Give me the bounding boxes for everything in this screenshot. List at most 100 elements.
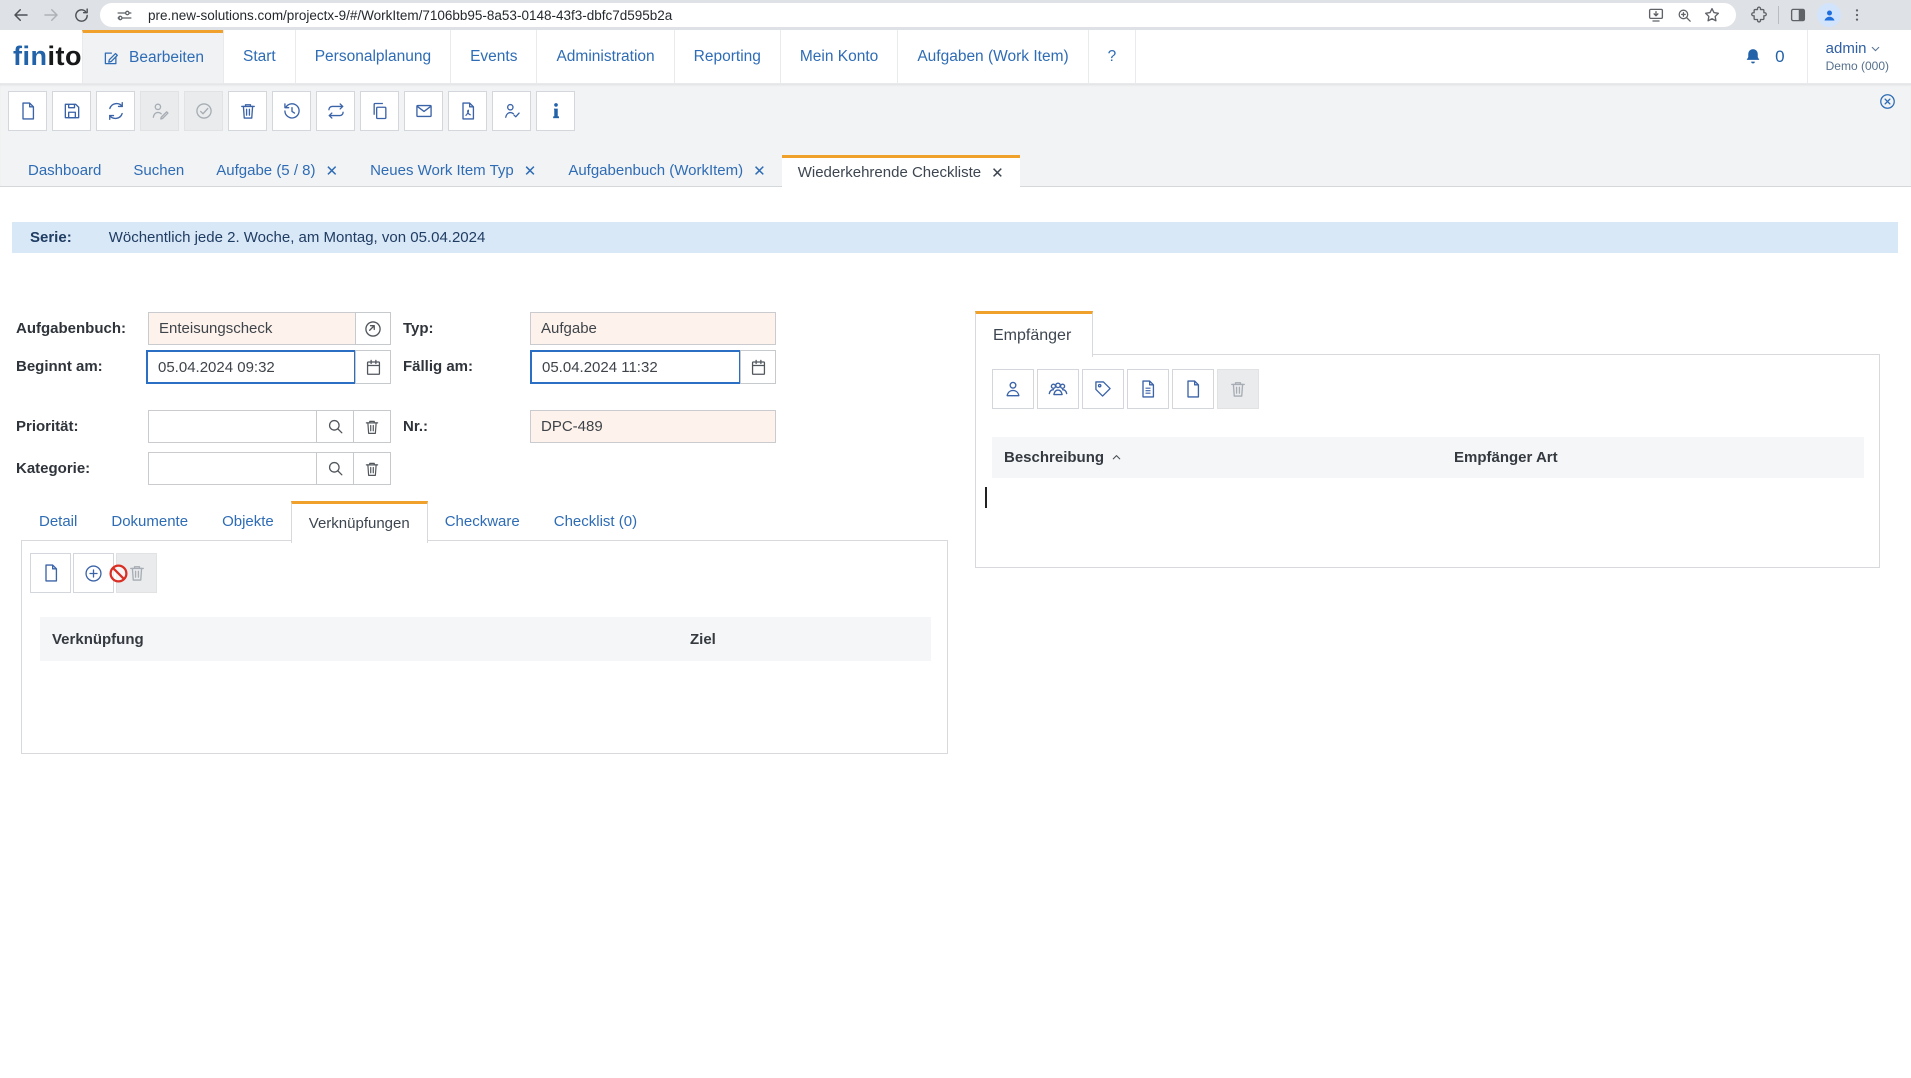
trash-icon — [363, 418, 381, 436]
add-document-list-button[interactable] — [1127, 369, 1169, 409]
nav-item-events[interactable]: Events — [450, 30, 536, 83]
nav-item-aufgaben-workitem[interactable]: Aufgaben (Work Item) — [897, 30, 1087, 83]
close-all-tabs-icon[interactable] — [1878, 92, 1897, 111]
nav-item-help[interactable]: ? — [1088, 30, 1137, 83]
recurrence-button[interactable] — [316, 91, 355, 131]
add-person-button[interactable] — [992, 369, 1034, 409]
column-header-ziel[interactable]: Ziel — [690, 631, 716, 648]
kategorie-clear-button[interactable] — [353, 452, 391, 485]
logo-part2: ito — [48, 41, 83, 72]
browser-back-icon[interactable] — [6, 2, 36, 28]
new-item-button[interactable] — [8, 91, 47, 131]
info-button[interactable] — [536, 91, 575, 131]
extensions-icon[interactable] — [1744, 6, 1774, 24]
tab-neues-work-item-typ[interactable]: Neues Work Item Typ✕ — [354, 155, 552, 186]
tab-label: Aufgabe (5 / 8) — [216, 162, 315, 179]
tab-empfaenger[interactable]: Empfänger — [975, 311, 1093, 357]
column-header-beschreibung[interactable]: Beschreibung — [992, 449, 1454, 466]
tab-close-icon[interactable]: ✕ — [991, 164, 1004, 182]
column-header-verknuepfung[interactable]: Verknüpfung — [40, 631, 690, 648]
main-nav: Bearbeiten Start Personalplanung Events … — [82, 30, 1136, 83]
tab-label: Checklist (0) — [554, 513, 637, 530]
prioritaet-input[interactable] — [148, 410, 317, 443]
column-header-empfaenger-art[interactable]: Empfänger Art — [1454, 449, 1558, 466]
tab-checklist[interactable]: Checklist (0) — [537, 501, 654, 541]
user-menu[interactable]: admin Demo (000) — [1808, 40, 1911, 73]
logo-part1: fin — [13, 41, 48, 72]
refresh-button[interactable] — [96, 91, 135, 131]
browser-refresh-icon[interactable] — [66, 2, 96, 28]
serie-label: Serie: — [30, 229, 72, 246]
url-bar[interactable]: pre.new-solutions.com/projectx-9/#/WorkI… — [100, 3, 1736, 27]
browser-profile-avatar[interactable] — [1817, 3, 1841, 27]
tab-close-icon[interactable]: ✕ — [326, 162, 339, 180]
kategorie-label: Kategorie: — [16, 452, 90, 485]
sidepanel-icon[interactable] — [1783, 6, 1813, 24]
beginnt-am-calendar-button[interactable] — [355, 350, 391, 384]
nav-item-mein-konto[interactable]: Mein Konto — [780, 30, 897, 83]
zoom-icon[interactable] — [1670, 7, 1698, 24]
add-group-button[interactable] — [1037, 369, 1079, 409]
delete-button[interactable] — [228, 91, 267, 131]
add-document-button[interactable] — [1172, 369, 1214, 409]
tab-verknuepfungen[interactable]: Verknüpfungen — [291, 501, 428, 543]
sort-ascending-icon — [1110, 451, 1123, 464]
pdf-export-button[interactable] — [448, 91, 487, 131]
detail-tabbar: Detail Dokumente Objekte Verknüpfungen C… — [22, 501, 654, 541]
nav-item-label: Personalplanung — [315, 48, 431, 66]
person-icon — [1003, 379, 1023, 399]
app-logo[interactable]: finito — [0, 30, 82, 83]
faellig-am-calendar-button[interactable] — [740, 350, 776, 384]
tag-icon — [1093, 379, 1113, 399]
prioritaet-clear-button[interactable] — [353, 410, 391, 443]
tab-close-icon[interactable]: ✕ — [524, 162, 537, 180]
kategorie-search-button[interactable] — [316, 452, 354, 485]
nav-item-bearbeiten[interactable]: Bearbeiten — [82, 30, 223, 83]
email-button[interactable] — [404, 91, 443, 131]
nav-item-reporting[interactable]: Reporting — [674, 30, 780, 83]
file-icon — [1183, 379, 1203, 399]
faellig-am-input[interactable] — [530, 350, 741, 384]
save-button[interactable] — [52, 91, 91, 131]
url-text[interactable]: pre.new-solutions.com/projectx-9/#/WorkI… — [148, 8, 1642, 23]
verknuepfung-new-button[interactable] — [30, 553, 71, 593]
typ-field: Aufgabe — [530, 312, 776, 345]
column-label: Beschreibung — [1004, 449, 1104, 466]
tab-aufgabe[interactable]: Aufgabe (5 / 8) ✕ — [200, 155, 354, 186]
nav-item-label: Aufgaben (Work Item) — [917, 48, 1068, 66]
typ-label: Typ: — [403, 312, 434, 345]
tab-close-icon[interactable]: ✕ — [753, 162, 766, 180]
install-app-icon[interactable] — [1642, 6, 1670, 24]
kategorie-input[interactable] — [148, 452, 317, 485]
serie-banner: Serie: Wöchentlich jede 2. Woche, am Mon… — [12, 222, 1898, 253]
prioritaet-search-button[interactable] — [316, 410, 354, 443]
tab-checkware[interactable]: Checkware — [428, 501, 537, 541]
approve-user-button[interactable] — [492, 91, 531, 131]
tab-label: Wiederkehrende Checkliste — [798, 164, 981, 181]
bell-icon — [1743, 47, 1763, 67]
goto-arrow-icon — [363, 319, 383, 339]
bookmark-star-icon[interactable] — [1698, 6, 1726, 24]
tab-aufgabenbuch-workitem[interactable]: Aufgabenbuch (WorkItem)✕ — [552, 155, 781, 186]
tab-wiederkehrende-checkliste[interactable]: Wiederkehrende Checkliste ✕ — [782, 155, 1020, 187]
tab-dokumente[interactable]: Dokumente — [94, 501, 205, 541]
add-tag-button[interactable] — [1082, 369, 1124, 409]
notifications[interactable]: 0 — [1743, 47, 1806, 67]
copy-button[interactable] — [360, 91, 399, 131]
browser-menu-icon[interactable] — [1845, 7, 1869, 23]
history-button[interactable] — [272, 91, 311, 131]
tab-objekte[interactable]: Objekte — [205, 501, 291, 541]
nav-item-administration[interactable]: Administration — [536, 30, 673, 83]
tab-suchen[interactable]: Suchen — [117, 155, 200, 186]
site-controls-icon[interactable] — [110, 7, 138, 24]
nav-item-start[interactable]: Start — [223, 30, 295, 83]
aufgabenbuch-goto-button[interactable] — [355, 312, 391, 345]
nav-item-personalplanung[interactable]: Personalplanung — [295, 30, 450, 83]
tab-detail[interactable]: Detail — [22, 501, 94, 541]
tab-dashboard[interactable]: Dashboard — [12, 155, 117, 186]
assign-user-button — [140, 91, 179, 131]
sync-icon — [106, 101, 126, 121]
aufgabenbuch-field[interactable]: Enteisungscheck — [148, 312, 356, 345]
serie-value: Wöchentlich jede 2. Woche, am Montag, vo… — [109, 229, 486, 246]
beginnt-am-input[interactable] — [146, 350, 356, 384]
